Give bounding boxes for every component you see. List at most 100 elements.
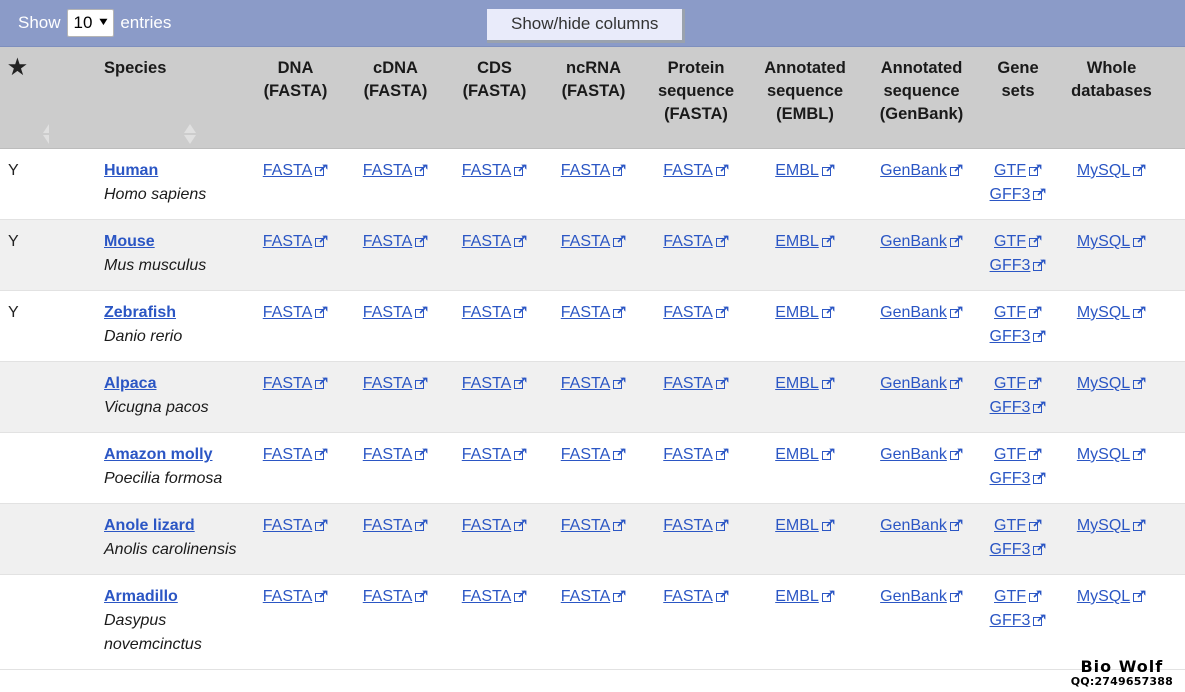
external-link-icon <box>514 164 527 176</box>
download-gff3-link[interactable]: GFF3 <box>990 470 1047 487</box>
download-embl-link[interactable]: EMBL <box>775 233 835 250</box>
download-embl-link[interactable]: EMBL <box>775 588 835 605</box>
download-cds-fasta-link[interactable]: FASTA <box>462 446 528 463</box>
download-protein-fasta-link[interactable]: FASTA <box>663 304 729 321</box>
download-gtf-link[interactable]: GTF <box>994 162 1042 179</box>
download-dna-fasta-link[interactable]: FASTA <box>263 375 329 392</box>
download-mysql-link[interactable]: MySQL <box>1077 517 1146 534</box>
species-common-name-link[interactable]: Human <box>104 162 158 179</box>
sort-toggle-species[interactable] <box>184 123 197 145</box>
download-embl-link[interactable]: EMBL <box>775 446 835 463</box>
page-length-select[interactable]: 10 ▼ <box>66 9 115 37</box>
download-embl-link[interactable]: EMBL <box>775 517 835 534</box>
download-cds-fasta-link[interactable]: FASTA <box>462 375 528 392</box>
gene-set-entry: GTF <box>986 443 1050 467</box>
download-ncrna-fasta-link[interactable]: FASTA <box>561 162 627 179</box>
download-genbank-link[interactable]: GenBank <box>880 517 963 534</box>
download-mysql-link[interactable]: MySQL <box>1077 446 1146 463</box>
download-cdna-fasta-link[interactable]: FASTA <box>363 588 429 605</box>
download-dna-fasta-link[interactable]: FASTA <box>263 233 329 250</box>
link-label: FASTA <box>560 233 611 250</box>
download-mysql-link[interactable]: MySQL <box>1077 304 1146 321</box>
link-label: FASTA <box>560 588 611 605</box>
download-gff3-link[interactable]: GFF3 <box>990 186 1047 203</box>
download-genbank-link[interactable]: GenBank <box>880 233 963 250</box>
species-common-name-link[interactable]: Alpaca <box>104 375 156 392</box>
download-dna-fasta-link[interactable]: FASTA <box>263 446 329 463</box>
download-cdna-fasta-link[interactable]: FASTA <box>363 162 429 179</box>
download-cds-fasta-link[interactable]: FASTA <box>462 162 528 179</box>
download-gtf-link[interactable]: GTF <box>994 588 1042 605</box>
download-dna-fasta-link[interactable]: FASTA <box>263 517 329 534</box>
column-header-species[interactable]: Species <box>49 47 245 149</box>
download-embl-link[interactable]: EMBL <box>775 304 835 321</box>
external-link-icon <box>949 590 963 602</box>
download-gtf-link[interactable]: GTF <box>994 375 1042 392</box>
download-genbank-link[interactable]: GenBank <box>880 446 963 463</box>
download-ncrna-fasta-link[interactable]: FASTA <box>561 588 627 605</box>
download-embl-link[interactable]: EMBL <box>775 375 835 392</box>
link-label: FASTA <box>461 588 512 605</box>
download-dna-fasta-link[interactable]: FASTA <box>263 162 329 179</box>
download-mysql-link[interactable]: MySQL <box>1077 233 1146 250</box>
page-length-value: 10 <box>73 12 93 32</box>
download-cdna-fasta-link[interactable]: FASTA <box>363 233 429 250</box>
download-mysql-link[interactable]: MySQL <box>1077 588 1146 605</box>
download-gff3-link[interactable]: GFF3 <box>990 328 1047 345</box>
species-common-name-link[interactable]: Mouse <box>104 233 155 250</box>
download-mysql-link[interactable]: MySQL <box>1077 162 1146 179</box>
external-link-icon <box>1033 401 1046 413</box>
download-gff3-link[interactable]: GFF3 <box>990 399 1047 416</box>
download-gff3-link[interactable]: GFF3 <box>990 541 1047 558</box>
download-genbank-link[interactable]: GenBank <box>880 162 963 179</box>
download-protein-fasta-link[interactable]: FASTA <box>663 375 729 392</box>
column-header-favourite[interactable]: ★ <box>0 47 55 149</box>
download-ncrna-fasta-link[interactable]: FASTA <box>561 517 627 534</box>
column-header-variation-gvf[interactable]: Variation (GVF) <box>1169 47 1185 149</box>
download-gtf-link[interactable]: GTF <box>994 304 1042 321</box>
download-protein-fasta-link[interactable]: FASTA <box>663 233 729 250</box>
download-cdna-fasta-link[interactable]: FASTA <box>363 375 429 392</box>
download-gtf-link[interactable]: GTF <box>994 517 1042 534</box>
show-hide-columns-button[interactable]: Show/hide columns <box>487 9 686 43</box>
download-gff3-link[interactable]: GFF3 <box>990 257 1047 274</box>
table-row: Y Mouse Mus musculus FASTA FASTA FASTA FASTA FA… <box>0 219 1185 291</box>
download-cdna-fasta-link[interactable]: FASTA <box>363 517 429 534</box>
column-label-line: (FASTA) <box>561 82 626 100</box>
download-ncrna-fasta-link[interactable]: FASTA <box>561 375 627 392</box>
download-protein-fasta-link[interactable]: FASTA <box>663 588 729 605</box>
download-cds-fasta-link[interactable]: FASTA <box>462 588 528 605</box>
download-gtf-link[interactable]: GTF <box>994 446 1042 463</box>
cell-cds: FASTA <box>445 503 544 575</box>
download-genbank-link[interactable]: GenBank <box>880 588 963 605</box>
download-cds-fasta-link[interactable]: FASTA <box>462 304 528 321</box>
link-label: GFF3 <box>989 612 1031 629</box>
download-dna-fasta-link[interactable]: FASTA <box>263 588 329 605</box>
download-cdna-fasta-link[interactable]: FASTA <box>363 446 429 463</box>
download-gtf-link[interactable]: GTF <box>994 233 1042 250</box>
download-embl-link[interactable]: EMBL <box>775 162 835 179</box>
download-protein-fasta-link[interactable]: FASTA <box>663 517 729 534</box>
external-link-icon <box>949 448 963 460</box>
species-common-name-link[interactable]: Zebrafish <box>104 304 176 321</box>
species-common-name-link[interactable]: Amazon molly <box>104 446 212 463</box>
download-ncrna-fasta-link[interactable]: FASTA <box>561 304 627 321</box>
download-cdna-fasta-link[interactable]: FASTA <box>363 304 429 321</box>
download-protein-fasta-link[interactable]: FASTA <box>663 446 729 463</box>
download-protein-fasta-link[interactable]: FASTA <box>663 162 729 179</box>
download-mysql-link[interactable]: MySQL <box>1077 375 1146 392</box>
gene-set-entry: GTF <box>986 301 1050 325</box>
download-ncrna-fasta-link[interactable]: FASTA <box>561 233 627 250</box>
download-genbank-link[interactable]: GenBank <box>880 304 963 321</box>
download-genbank-link[interactable]: GenBank <box>880 375 963 392</box>
cell-protein: FASTA <box>643 432 749 504</box>
species-common-name-link[interactable]: Armadillo <box>104 588 178 605</box>
download-ncrna-fasta-link[interactable]: FASTA <box>561 446 627 463</box>
download-dna-fasta-link[interactable]: FASTA <box>263 304 329 321</box>
table-header-row: ★ Species DNA (FASTA) cDNA (FASTA) CDS (… <box>0 47 1185 149</box>
download-cds-fasta-link[interactable]: FASTA <box>462 233 528 250</box>
species-common-name-link[interactable]: Anole lizard <box>104 517 195 534</box>
download-cds-fasta-link[interactable]: FASTA <box>462 517 528 534</box>
download-gff3-link[interactable]: GFF3 <box>990 612 1047 629</box>
column-header-dna-fasta: DNA (FASTA) <box>245 47 346 149</box>
